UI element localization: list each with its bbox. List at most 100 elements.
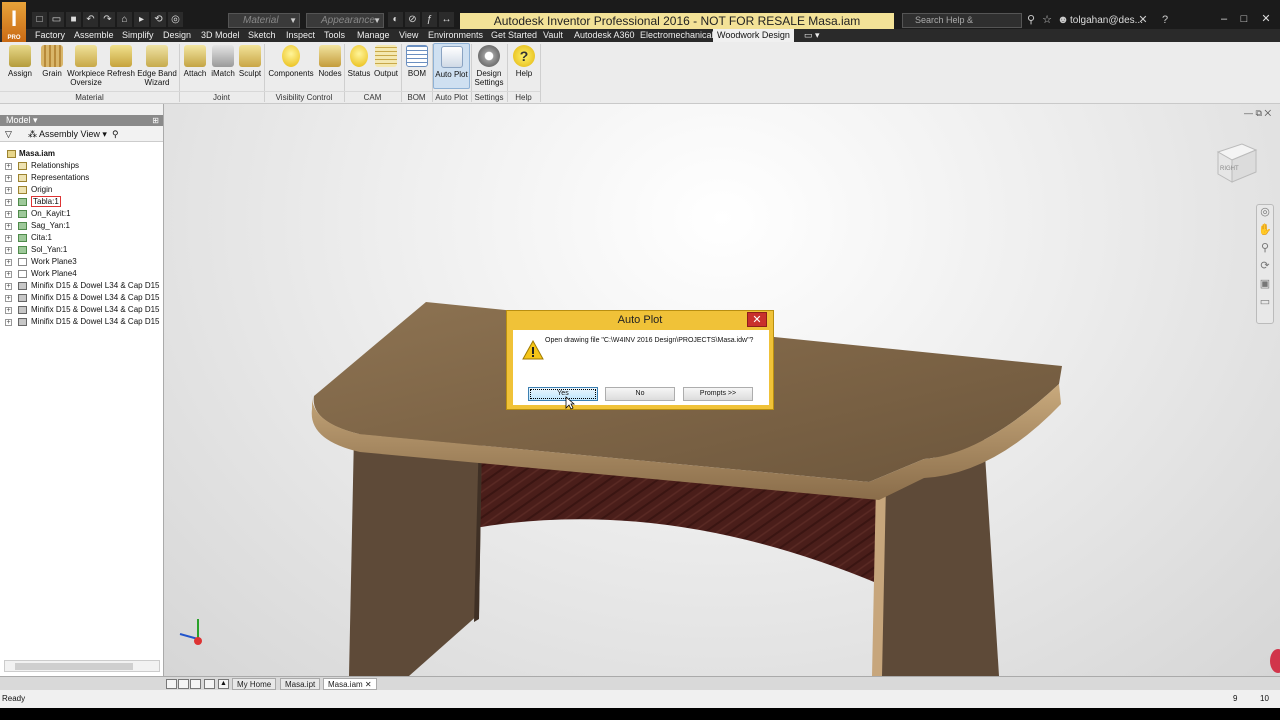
orbit-icon[interactable]: ⟳ [1257,259,1273,277]
nodes-button[interactable]: Nodes [316,45,344,78]
tile-vertical-icon[interactable] [166,679,177,689]
close-tab-icon[interactable]: ✕ [365,680,372,689]
expand-icon[interactable]: + [5,163,12,170]
new-icon[interactable]: □ [32,12,47,27]
assembly-view-selector[interactable]: ⁂ Assembly View ▾ [28,126,107,142]
expand-icon[interactable]: + [5,307,12,314]
expand-icon[interactable]: + [5,199,12,206]
clear-appearance-icon[interactable]: ⊘ [405,12,420,27]
update-icon[interactable]: ◎ [168,12,183,27]
tab-woodwork-design[interactable]: Woodwork Design [713,29,794,42]
tree-node-on-kayit[interactable]: + On_Kayit:1 [3,208,161,220]
tab-menu-icon[interactable]: ▲ [218,679,229,689]
tab-view[interactable]: View [395,29,422,42]
binoculars-icon[interactable]: ⚲ [1024,13,1038,28]
return-icon[interactable]: ⟲ [151,12,166,27]
attach-button[interactable]: Attach [181,45,209,78]
tree-node-tabla[interactable]: + Tabla:1 [3,196,161,208]
assign-button[interactable]: Assign [6,45,34,78]
prompts-button[interactable]: Prompts >> [683,387,753,401]
tree-node-minifix-2[interactable]: + Minifix D15 & Dowel L34 & Cap D15 PB T [3,292,161,304]
user-name[interactable]: tolgahan@des... [1070,13,1143,28]
tree-node-relationships[interactable]: + Relationships [3,160,161,172]
tab-a360[interactable]: Autodesk A360 [570,29,639,42]
open-icon[interactable]: ▭ [49,12,64,27]
tab-inspect[interactable]: Inspect [282,29,319,42]
home-icon[interactable]: ⌂ [117,12,132,27]
browser-header[interactable]: Model ▾ ⊞ [0,115,163,126]
find-icon[interactable]: ⚲ [112,126,119,142]
tab-manage[interactable]: Manage [353,29,394,42]
viewcube[interactable]: RIGHT [1212,138,1260,186]
tab-3d-model[interactable]: 3D Model [197,29,244,42]
measure-icon[interactable]: ↔ [439,12,454,27]
cascade-icon[interactable] [190,679,201,689]
status-button[interactable]: Status [346,45,372,78]
expand-icon[interactable]: + [5,271,12,278]
minimize-button[interactable]: – [1214,12,1234,26]
tree-node-minifix-1[interactable]: + Minifix D15 & Dowel L34 & Cap D15 PB T [3,280,161,292]
imatch-button[interactable]: iMatch [209,45,237,78]
tree-node-origin[interactable]: + Origin [3,184,161,196]
tree-node-cita[interactable]: + Cita:1 [3,232,161,244]
expand-icon[interactable]: + [5,247,12,254]
tab-factory[interactable]: Factory [31,29,69,42]
navbar-options-icon[interactable]: ▭ [1257,295,1273,313]
doc-tab-masa-ipt[interactable]: Masa.ipt [280,678,321,690]
tree-node-representations[interactable]: + Representations [3,172,161,184]
expand-icon[interactable]: + [5,187,12,194]
ribbon-options-icon[interactable]: ▭ ▾ [800,29,824,42]
yes-button[interactable]: Yes [528,387,598,401]
expand-icon[interactable]: + [5,223,12,230]
workpiece-oversize-button[interactable]: Workpiece Oversize [66,45,106,87]
tab-sketch[interactable]: Sketch [244,29,280,42]
horizontal-scrollbar[interactable] [4,660,160,672]
expand-icon[interactable]: + [5,175,12,182]
doc-tab-masa-iam[interactable]: Masa.iam ✕ [323,678,377,690]
grain-button[interactable]: Grain [38,45,66,78]
user-icon[interactable]: ☻ [1056,13,1070,28]
expand-icon[interactable]: + [5,259,12,266]
steering-wheel-icon[interactable]: ◎ [1257,205,1273,223]
filter-icon[interactable]: ▽ [5,126,12,142]
tab-electromechanical[interactable]: Electromechanical [636,29,718,42]
pan-icon[interactable]: ✋ [1257,223,1273,241]
panel-close-icon[interactable]: ⊞ [152,115,159,126]
viewport-window-controls[interactable]: — ⧉ ✕ [1244,108,1271,119]
save-icon[interactable]: ■ [66,12,81,27]
redo-icon[interactable]: ↷ [100,12,115,27]
tab-tools[interactable]: Tools [320,29,349,42]
doc-tab-my-home[interactable]: My Home [232,678,277,690]
material-combo[interactable]: Material ▼ [228,13,300,28]
close-button[interactable]: ✕ [1256,12,1276,26]
output-button[interactable]: Output [372,45,400,78]
refresh-button[interactable]: Refresh [106,45,136,78]
bom-button[interactable]: BOM [403,45,431,78]
components-button[interactable]: Components [266,45,316,78]
tree-node-sag-yan[interactable]: + Sag_Yan:1 [3,220,161,232]
tree-node-work-plane4[interactable]: + Work Plane4 [3,268,161,280]
tree-node-sol-yan[interactable]: + Sol_Yan:1 [3,244,161,256]
tree-node-minifix-4[interactable]: + Minifix D15 & Dowel L34 & Cap D15 PB T [3,316,161,328]
look-at-icon[interactable]: ▣ [1257,277,1273,295]
expand-icon[interactable]: + [5,235,12,242]
star-icon[interactable]: ☆ [1040,13,1054,28]
appearance-icon[interactable]: ◐ [388,12,403,27]
expand-icon[interactable]: + [5,319,12,326]
tab-design[interactable]: Design [159,29,195,42]
exchange-icon[interactable]: ✕ [1136,13,1150,28]
expand-icon[interactable]: + [5,211,12,218]
dialog-close-button[interactable]: ✕ [747,312,767,327]
appearance-combo[interactable]: Appearance ▼ [306,13,384,28]
edge-band-wizard-button[interactable]: Edge Band Wizard [136,45,178,87]
undo-icon[interactable]: ↶ [83,12,98,27]
tab-environments[interactable]: Environments [424,29,487,42]
tab-simplify[interactable]: Simplify [118,29,158,42]
tree-node-root[interactable]: Masa.iam [3,148,161,160]
maximize-button[interactable]: □ [1234,12,1254,26]
tree-node-work-plane3[interactable]: + Work Plane3 [3,256,161,268]
help-icon[interactable]: ? [1158,13,1172,28]
tree-node-minifix-3[interactable]: + Minifix D15 & Dowel L34 & Cap D15 PB T [3,304,161,316]
tile-horizontal-icon[interactable] [178,679,189,689]
scrollbar-thumb[interactable] [15,663,133,670]
